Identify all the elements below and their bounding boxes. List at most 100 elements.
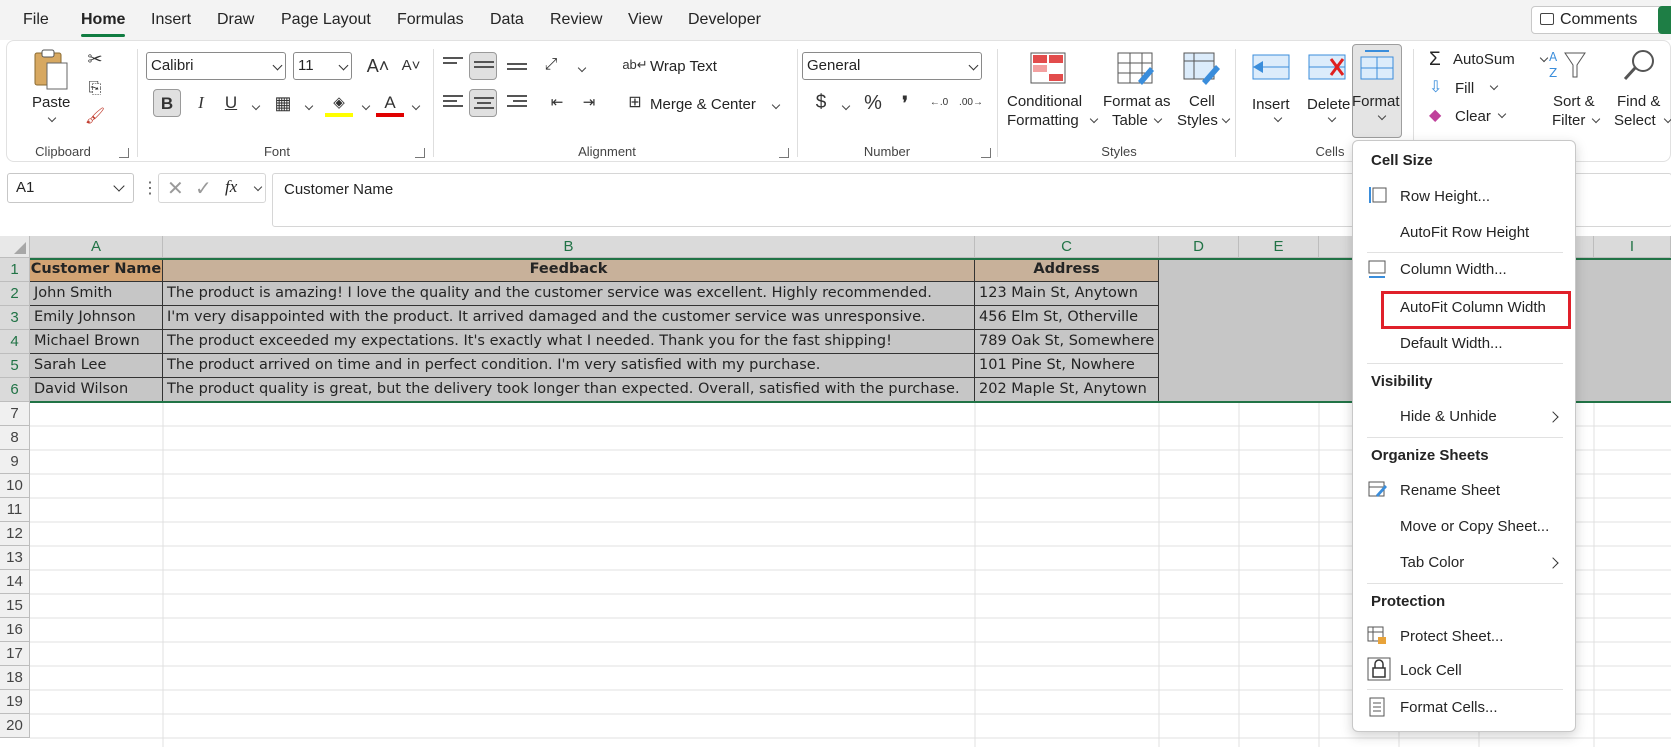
wrap-text-button[interactable]: Wrap Text (650, 58, 717, 75)
align-middle-button[interactable] (469, 52, 497, 80)
row-header[interactable]: 1 (0, 258, 30, 282)
table-cell[interactable]: 202 Maple St, Anytown (975, 378, 1159, 402)
format-painter-icon[interactable]: 🖌 (81, 103, 109, 131)
fx-chevron-icon[interactable] (253, 182, 263, 192)
orientation-icon[interactable]: ⤢ (537, 51, 565, 79)
row-header[interactable]: 7 (0, 402, 30, 426)
table-cell[interactable]: I'm very disappointed with the product. … (163, 306, 975, 330)
decrease-indent-icon[interactable]: ⇤ (543, 89, 571, 117)
tab-file[interactable]: File (23, 11, 49, 29)
format-button[interactable]: Format (1352, 44, 1402, 138)
fill-chevron-icon[interactable] (1489, 81, 1499, 91)
comma-button[interactable]: ❜ (891, 89, 919, 117)
delete-chevron-icon[interactable] (1327, 113, 1337, 123)
column-header-i[interactable]: I (1594, 236, 1671, 258)
fill-color-chevron-icon[interactable] (361, 101, 371, 111)
currency-chevron-icon[interactable] (841, 101, 851, 111)
increase-decimal-icon[interactable]: ←.0 (925, 89, 953, 117)
cell-styles-line2[interactable]: Styles (1177, 112, 1218, 129)
delete-button[interactable]: Delete (1307, 96, 1350, 113)
conditional-formatting-line2[interactable]: Formatting (1007, 112, 1079, 129)
italic-button[interactable]: I (187, 89, 215, 117)
conditional-chevron-icon[interactable] (1089, 114, 1099, 124)
row-header[interactable]: 14 (0, 570, 30, 594)
paste-chevron-icon[interactable] (47, 113, 57, 123)
clear-button[interactable]: Clear (1455, 108, 1491, 125)
find-select-line1[interactable]: Find & (1617, 93, 1660, 110)
row-header[interactable]: 6 (0, 378, 30, 402)
table-cell[interactable]: 123 Main St, Anytown (975, 282, 1159, 306)
currency-button[interactable]: $ (807, 89, 835, 117)
format-as-table-line1[interactable]: Format as (1103, 93, 1171, 110)
decrease-font-icon[interactable]: A˅ (397, 52, 425, 80)
borders-icon[interactable]: ▦ (269, 89, 297, 117)
cut-icon[interactable]: ✂ (81, 45, 109, 73)
table-cell[interactable]: The product arrived on time and in perfe… (163, 354, 975, 378)
fill-button[interactable]: Fill (1455, 80, 1474, 97)
row-height-item[interactable]: Row Height... (1400, 188, 1490, 205)
name-box[interactable]: A1 (7, 173, 134, 203)
table-cell[interactable]: Emily Johnson (30, 306, 163, 330)
cancel-icon[interactable]: ✕ (167, 176, 184, 201)
format-table-chevron-icon[interactable] (1153, 114, 1163, 124)
font-name-select[interactable]: Calibri (146, 52, 286, 80)
column-header-c[interactable]: C (975, 236, 1159, 258)
find-select-line2[interactable]: Select (1614, 112, 1656, 129)
lock-cell-item[interactable]: Lock Cell (1400, 662, 1462, 679)
merge-chevron-icon[interactable] (771, 100, 781, 110)
number-launcher-icon[interactable] (981, 148, 991, 158)
bold-button[interactable]: B (153, 89, 181, 117)
align-bottom-icon[interactable] (507, 63, 527, 79)
cell-b1[interactable]: Feedback (163, 258, 975, 282)
row-header[interactable]: 10 (0, 474, 30, 498)
row-header[interactable]: 5 (0, 354, 30, 378)
table-cell[interactable]: 456 Elm St, Otherville (975, 306, 1159, 330)
table-cell[interactable]: Michael Brown (30, 330, 163, 354)
align-center-button[interactable] (469, 89, 497, 117)
table-cell[interactable]: 789 Oak St, Somewhere (975, 330, 1159, 354)
cell-styles-line1[interactable]: Cell (1189, 93, 1215, 110)
tab-page-layout[interactable]: Page Layout (281, 11, 371, 29)
borders-chevron-icon[interactable] (304, 101, 314, 111)
tab-insert[interactable]: Insert (151, 11, 191, 29)
rename-sheet-item[interactable]: Rename Sheet (1400, 482, 1500, 499)
hide-unhide-item[interactable]: Hide & Unhide (1400, 408, 1497, 425)
tab-developer[interactable]: Developer (688, 11, 761, 29)
underline-chevron-icon[interactable] (251, 101, 261, 111)
protect-sheet-item[interactable]: Protect Sheet... (1400, 628, 1503, 645)
row-header[interactable]: 20 (0, 714, 30, 738)
alignment-launcher-icon[interactable] (779, 148, 789, 158)
comments-button[interactable]: Comments (1531, 6, 1671, 34)
tab-home[interactable]: Home (81, 11, 126, 37)
table-cell[interactable]: Sarah Lee (30, 354, 163, 378)
column-width-item[interactable]: Column Width... (1400, 261, 1507, 278)
row-header[interactable]: 2 (0, 282, 30, 306)
fill-color-icon[interactable]: ◈ (325, 89, 353, 117)
align-top-icon[interactable] (443, 57, 463, 73)
decrease-decimal-icon[interactable]: .00→ (957, 89, 985, 117)
share-button[interactable] (1658, 6, 1671, 34)
align-right-icon[interactable] (507, 95, 527, 111)
merge-center-button[interactable]: Merge & Center (650, 96, 756, 113)
align-left-icon[interactable] (443, 95, 463, 111)
percent-button[interactable]: % (859, 89, 887, 117)
underline-button[interactable]: U (217, 89, 245, 117)
row-header[interactable]: 15 (0, 594, 30, 618)
tab-formulas[interactable]: Formulas (397, 11, 464, 29)
paste-button[interactable]: Paste (32, 94, 70, 111)
row-header[interactable]: 8 (0, 426, 30, 450)
font-launcher-icon[interactable] (415, 148, 425, 158)
cell-styles-chevron-icon[interactable] (1221, 114, 1231, 124)
table-cell[interactable]: David Wilson (30, 378, 163, 402)
clipboard-launcher-icon[interactable] (119, 148, 129, 158)
tab-review[interactable]: Review (550, 11, 602, 29)
table-cell[interactable]: The product exceeded my expectations. It… (163, 330, 975, 354)
more-options-icon[interactable]: ⋮ (142, 178, 158, 198)
table-cell[interactable]: John Smith (30, 282, 163, 306)
row-header[interactable]: 9 (0, 450, 30, 474)
row-header[interactable]: 17 (0, 642, 30, 666)
tab-view[interactable]: View (628, 11, 662, 29)
font-color-chevron-icon[interactable] (411, 101, 421, 111)
sort-filter-line2[interactable]: Filter (1552, 112, 1585, 129)
enter-icon[interactable]: ✓ (195, 176, 212, 201)
